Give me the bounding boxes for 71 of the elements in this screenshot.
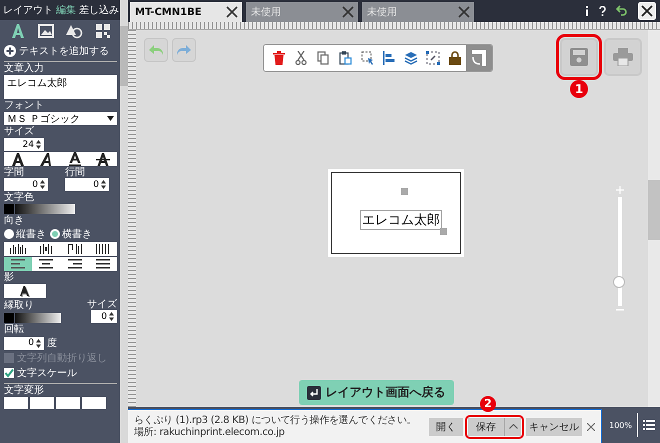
slider-thumb[interactable] (613, 276, 625, 288)
stepper-arrows-icon[interactable] (40, 180, 45, 189)
direction-radio[interactable]: 縦書き (4, 227, 46, 241)
field-label: 文字変形 (4, 385, 45, 396)
list-icon[interactable] (643, 420, 655, 430)
info-icon[interactable] (585, 6, 589, 16)
redo-arrow-icon (177, 45, 191, 55)
text-input-field[interactable]: エレコム太郎 (4, 75, 117, 99)
stepper-arrows-icon[interactable] (101, 180, 106, 189)
field-label: 字間 (4, 167, 25, 178)
size-spinner[interactable]: 24 (4, 138, 44, 151)
save-button[interactable]: 保存 (468, 418, 504, 436)
chevron-up-icon[interactable] (504, 418, 521, 436)
color-gradient[interactable] (15, 204, 75, 214)
cancel-button[interactable]: キャンセル (526, 418, 582, 436)
add-text-button[interactable]: テキストを追加する (4, 42, 117, 62)
scrollbar[interactable] (648, 30, 660, 407)
callout-badge: 1 (570, 80, 588, 98)
field-label: 文字色 (4, 192, 35, 203)
close-icon[interactable] (224, 4, 240, 20)
open-button[interactable]: 開く (429, 418, 463, 436)
color-swatch[interactable] (4, 313, 14, 323)
text-shadow-icon (19, 285, 31, 297)
rotate-handle[interactable] (401, 188, 408, 195)
field-label: 影 (4, 272, 15, 283)
spacing-spinner[interactable]: 0 (65, 178, 110, 191)
scrollbar[interactable] (120, 0, 128, 443)
undo-arrow-icon (149, 45, 163, 55)
shape-tool-icon[interactable] (65, 23, 84, 39)
document-tab[interactable]: MT-CMN1BE (130, 2, 242, 22)
spacing-spinner[interactable]: 0 (4, 178, 48, 191)
download-message: らくぷり (1).rp3 (2.8 KB) について行う操作を選んでください。 (134, 414, 418, 426)
panel-tab[interactable]: 差し込み (79, 3, 119, 17)
font-dropdown[interactable]: ＭＳ Ｐゴシック (4, 112, 117, 125)
field-label: 回転 (4, 324, 25, 335)
checkmark-icon (4, 368, 14, 378)
undo-icon[interactable] (616, 5, 628, 17)
image-tool-icon[interactable] (38, 23, 54, 39)
shadow-button[interactable] (4, 284, 46, 298)
plus-icon (4, 45, 16, 57)
field-label: サイズ (87, 299, 117, 310)
caret-icon[interactable] (107, 116, 114, 121)
stepper-arrows-icon[interactable] (109, 312, 114, 321)
panel-tab[interactable]: レイアウト (3, 3, 53, 17)
field-label: 文章入力 (4, 63, 45, 74)
label-text[interactable]: エレコム太郎 (360, 210, 442, 230)
stepper-arrows-icon[interactable] (36, 140, 41, 149)
rotation-spinner[interactable]: 0 (4, 336, 44, 350)
zoom-reading: 100% (609, 420, 632, 430)
panel-tab[interactable]: 編集 (56, 3, 76, 17)
field-label: 縁取り (4, 300, 35, 311)
back-to-layout-button[interactable]: レイアウト画面へ戻る (298, 380, 454, 405)
return-icon (306, 386, 320, 400)
qr-tool-icon[interactable] (95, 23, 112, 39)
direction-radio[interactable]: 横書き (50, 227, 92, 241)
resize-handle[interactable] (440, 228, 447, 235)
outline-size-spinner[interactable]: 0 (91, 310, 117, 323)
printer-icon (613, 48, 633, 66)
field-label: フォント (4, 100, 45, 111)
align-left-icon[interactable] (4, 257, 32, 271)
color-gradient[interactable] (15, 313, 61, 323)
text-tool-icon[interactable] (10, 23, 26, 39)
field-label: 向き (4, 215, 25, 226)
field-label: サイズ (4, 126, 35, 137)
color-swatch[interactable] (4, 204, 14, 214)
field-label: 行間 (65, 167, 86, 178)
stepper-arrows-icon[interactable] (36, 338, 41, 348)
option-checkbox[interactable]: 文字スケール (4, 366, 117, 380)
help-icon[interactable] (599, 6, 606, 16)
unit-label: 度 (47, 336, 57, 350)
download-location: 場所: rakuchinprint.elecom.co.jp (134, 426, 286, 438)
